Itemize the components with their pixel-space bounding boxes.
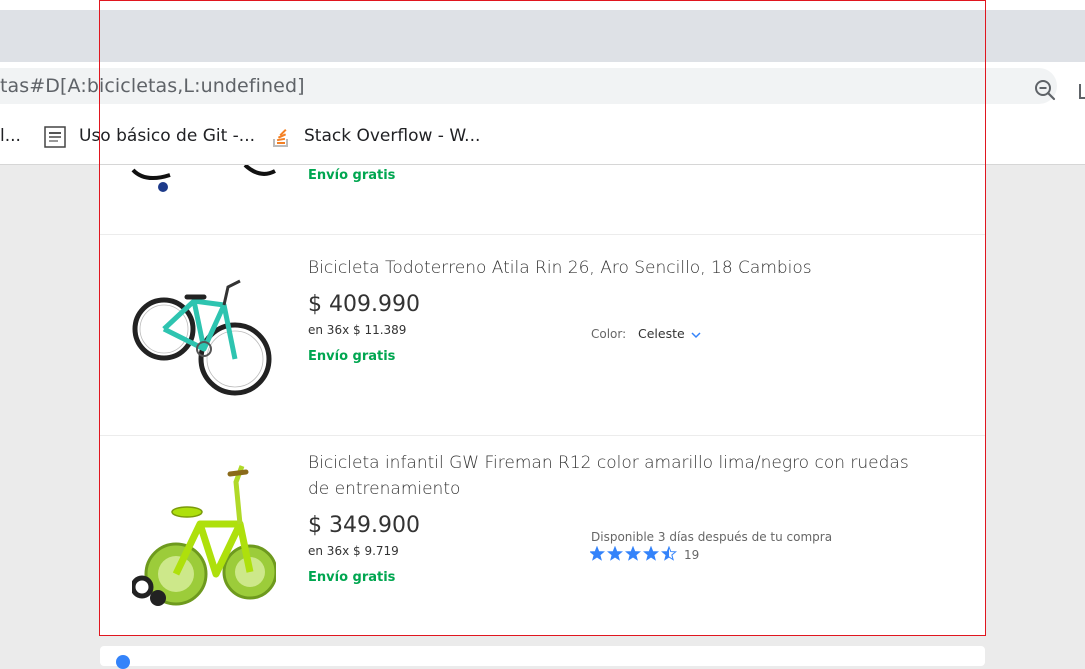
results-list: Envío gratis Bicicleta Todoterreno Atila…: [100, 165, 985, 635]
bookmark-stackoverflow[interactable]: Stack Overflow - W...: [304, 126, 480, 146]
stackoverflow-icon: [273, 128, 288, 147]
free-shipping-label: Envío gratis: [308, 168, 396, 183]
color-select[interactable]: Celeste: [638, 326, 685, 341]
installments-text: en 36x $ 9.719: [308, 544, 399, 558]
result-item[interactable]: Bicicleta infantil GW Fireman R12 color …: [100, 436, 985, 635]
star-icon: [625, 545, 641, 561]
bookmark-git[interactable]: Uso básico de Git -...: [79, 126, 255, 146]
zoom-out-icon[interactable]: [1033, 78, 1057, 102]
rating-stars: [589, 545, 680, 562]
star-icon: [643, 545, 659, 561]
result-item-partial[interactable]: Envío gratis: [100, 165, 985, 234]
free-shipping-label: Envío gratis: [308, 570, 396, 585]
star-icon: [661, 545, 677, 561]
product-title[interactable]: Bicicleta infantil GW Fireman R12 color …: [308, 450, 918, 476]
address-bar[interactable]: tas#D[A:bicicletas,L:undefined]: [0, 68, 1057, 104]
product-image: [131, 165, 276, 192]
tab-strip[interactable]: [0, 10, 1085, 62]
review-count: 19: [684, 548, 700, 562]
url-text[interactable]: tas#D[A:bicicletas,L:undefined]: [0, 75, 305, 97]
product-price: $ 409.990: [308, 292, 420, 317]
star-icon: [607, 545, 623, 561]
info-banner: [100, 646, 985, 669]
product-price: $ 349.900: [308, 513, 420, 538]
bookmarks-bar: l... Uso básico de Git -... Stack Overfl…: [0, 112, 1085, 165]
bookmark-item[interactable]: l...: [0, 126, 21, 146]
info-icon: [116, 655, 130, 669]
product-title-line2[interactable]: de entrenamiento: [308, 476, 918, 502]
color-label: Color:: [591, 327, 627, 341]
product-image[interactable]: [132, 267, 274, 399]
product-title[interactable]: Bicicleta Todoterreno Atila Rin 26, Aro …: [308, 255, 918, 281]
availability-text: Disponible 3 días después de tu compra: [591, 530, 833, 544]
git-doc-icon: [44, 126, 66, 148]
chevron-down-icon[interactable]: [691, 331, 701, 339]
free-shipping-label: Envío gratis: [308, 349, 396, 364]
extension-icon[interactable]: [1078, 82, 1085, 100]
star-icon: [589, 545, 605, 561]
result-item[interactable]: Bicicleta Todoterreno Atila Rin 26, Aro …: [100, 235, 985, 435]
installments-text: en 36x $ 11.389: [308, 323, 407, 337]
product-image[interactable]: [132, 462, 276, 610]
window-top-bar: [0, 0, 1085, 10]
browser-toolbar: tas#D[A:bicicletas,L:undefined]: [0, 62, 1085, 112]
